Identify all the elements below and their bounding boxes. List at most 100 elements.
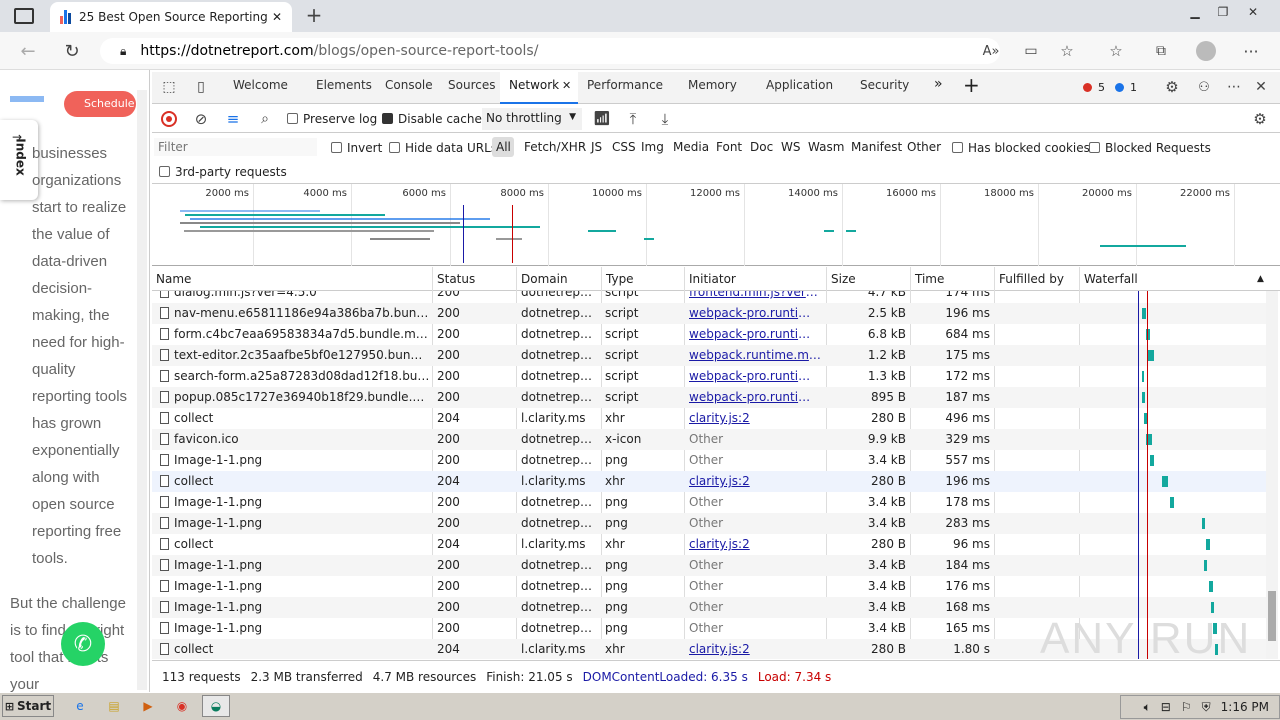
type-filter-doc[interactable]: Doc — [750, 140, 773, 154]
tab-application[interactable]: Application — [766, 78, 833, 92]
cell-initiator[interactable]: frontend.min.js?ver=3... — [689, 291, 821, 299]
page-scrollbar[interactable] — [137, 90, 147, 690]
cell-initiator[interactable]: webpack-pro.runtime.... — [689, 390, 821, 404]
type-filter-css[interactable]: CSS — [612, 140, 636, 154]
type-filter-all[interactable]: All — [496, 140, 511, 154]
edge-icon[interactable]: ◒ — [202, 695, 230, 717]
col-name[interactable]: Name — [156, 272, 191, 286]
tab-console[interactable]: Console — [385, 78, 433, 92]
tab-sources[interactable]: Sources — [448, 78, 495, 92]
table-row[interactable]: nav-menu.e65811186e94a386ba7b.bundle.min… — [152, 303, 1267, 324]
back-icon[interactable]: ← — [16, 40, 40, 62]
tab-security[interactable]: Security — [860, 78, 909, 92]
record-icon[interactable] — [161, 111, 177, 127]
table-row[interactable]: search-form.a25a87283d08dad12f18.bundle.… — [152, 366, 1267, 387]
inspect-element-icon[interactable]: ⬚ — [160, 78, 178, 96]
collections-icon[interactable]: ⧉ — [1150, 42, 1172, 60]
device-emulation-icon[interactable]: ▯ — [192, 78, 210, 96]
network-tray-icon[interactable]: ⊟ — [1161, 700, 1171, 714]
type-filter-manifest[interactable]: Manifest — [851, 140, 902, 154]
whatsapp-icon[interactable]: ✆ — [61, 622, 105, 666]
refresh-icon[interactable]: ↻ — [60, 40, 84, 62]
network-conditions-icon[interactable]: 📶︎ — [593, 110, 611, 128]
blocked-requests-checkbox[interactable]: Blocked Requests — [1089, 141, 1211, 155]
export-har-icon[interactable]: ⤓ — [656, 110, 674, 128]
close-devtools-icon[interactable]: ✕ — [1252, 78, 1270, 96]
filter-icon[interactable]: ≡ — [224, 110, 242, 128]
filter-input[interactable] — [154, 138, 317, 156]
col-initiator[interactable]: Initiator — [689, 272, 736, 286]
search-icon[interactable]: ⌕ — [256, 110, 274, 128]
schedule-button[interactable]: Schedule — [64, 91, 136, 117]
table-row[interactable]: favicon.ico 200 dotnetrepor... x-icon Other 9… — [152, 429, 1267, 450]
issue-counters[interactable]: 5 1 — [1083, 78, 1159, 96]
start-button[interactable]: ⊞ Start — [2, 695, 54, 717]
type-filter-other[interactable]: Other — [907, 140, 941, 154]
cell-initiator[interactable]: clarity.js:2 — [689, 537, 821, 551]
tab-network[interactable]: Network — [509, 78, 559, 92]
invert-checkbox[interactable]: Invert — [331, 141, 382, 155]
col-domain[interactable]: Domain — [521, 272, 568, 286]
type-filter-wasm[interactable]: Wasm — [808, 140, 844, 154]
type-filter-fetch[interactable]: Fetch/XHR — [524, 140, 586, 154]
type-filter-img[interactable]: Img — [641, 140, 664, 154]
new-tab-button[interactable]: + — [303, 3, 325, 27]
table-row[interactable]: Image-1-1.png 200 dotnetrepor... png Other 3.… — [152, 450, 1267, 471]
cell-initiator[interactable]: clarity.js:2 — [689, 642, 821, 656]
more-icon[interactable]: ··· — [1240, 42, 1262, 61]
throttling-select[interactable]: No throttling ▼ — [482, 108, 582, 130]
hide-data-urls-checkbox[interactable]: Hide data URLs — [389, 141, 497, 155]
import-har-icon[interactable]: ⤒ — [624, 110, 642, 128]
table-row[interactable]: dialog.min.js?ver=4.5.0 200 dotnetrepor...… — [152, 291, 1267, 303]
settings-gear-icon[interactable]: ⚙ — [1163, 78, 1181, 96]
tab-welcome[interactable]: Welcome — [233, 78, 288, 92]
type-filter-ws[interactable]: WS — [781, 140, 800, 154]
profile-avatar[interactable] — [1196, 41, 1216, 61]
tab-performance[interactable]: Performance — [587, 78, 663, 92]
window-close-icon[interactable]: ✕ — [1238, 2, 1268, 22]
table-scrollbar[interactable] — [1266, 291, 1278, 659]
tab-memory[interactable]: Memory — [688, 78, 737, 92]
disable-cache-checkbox[interactable]: Disable cache — [382, 112, 482, 126]
add-favorite-icon[interactable]: ☆ — [1056, 42, 1078, 60]
add-tab-icon[interactable]: + — [963, 73, 980, 97]
cell-initiator[interactable]: webpack-pro.runtime.... — [689, 306, 821, 320]
feedback-icon[interactable]: ⚇ — [1195, 78, 1213, 96]
table-row[interactable]: collect 204 l.clarity.ms xhr clarity.js:2 280… — [152, 534, 1267, 555]
customize-icon[interactable]: ⋯ — [1225, 78, 1243, 96]
blocked-cookies-checkbox[interactable]: Has blocked cookies — [952, 141, 1090, 155]
cell-initiator[interactable]: webpack-pro.runtime.... — [689, 327, 821, 341]
type-filter-media[interactable]: Media — [673, 140, 709, 154]
minimize-icon[interactable]: ▁ — [1180, 2, 1210, 22]
clear-icon[interactable]: ⊘ — [192, 110, 210, 128]
table-row[interactable]: Image-1-1.png 200 dotnetrepor... png Other 3.… — [152, 555, 1267, 576]
restore-icon[interactable]: ❐ — [1208, 2, 1238, 22]
third-party-checkbox[interactable]: 3rd-party requests — [159, 165, 287, 179]
table-row[interactable]: collect 204 l.clarity.ms xhr clarity.js:2 280… — [152, 471, 1267, 492]
close-tab-icon[interactable]: ✕ — [272, 10, 282, 24]
browser-tab[interactable]: 25 Best Open Source Reporting ✕ — [50, 2, 292, 32]
type-filter-font[interactable]: Font — [716, 140, 742, 154]
sort-up-icon[interactable]: ▲ — [1257, 274, 1264, 284]
table-row[interactable]: Image-1-1.png 200 dotnetrepor... png Other 3.… — [152, 513, 1267, 534]
table-row[interactable]: text-editor.2c35aafbe5bf0e127950.bundle.… — [152, 345, 1267, 366]
col-type[interactable]: Type — [606, 272, 634, 286]
col-size[interactable]: Size — [831, 272, 856, 286]
url-bar[interactable]: 🔒︎ https://dotnetreport.com/blogs/open-s… — [100, 38, 1000, 64]
volume-icon[interactable]: 🔈︎ — [1144, 700, 1151, 715]
col-waterfall[interactable]: Waterfall — [1084, 272, 1138, 286]
explorer-icon[interactable]: ▤ — [104, 697, 124, 715]
favorites-icon[interactable]: ☆ — [1105, 42, 1127, 60]
col-status[interactable]: Status — [437, 272, 475, 286]
ie-icon[interactable]: e — [70, 697, 90, 715]
type-filter-js[interactable]: JS — [591, 140, 602, 154]
flag-icon[interactable]: ⚐ — [1181, 700, 1192, 714]
tab-actions-icon[interactable] — [14, 8, 34, 24]
tab-elements[interactable]: Elements — [316, 78, 372, 92]
security-tray-icon[interactable]: ⛨ — [1202, 700, 1211, 715]
table-row[interactable]: popup.085c1727e36940b18f29.bundle.min.js… — [152, 387, 1267, 408]
cell-initiator[interactable]: clarity.js:2 — [689, 411, 821, 425]
chrome-icon[interactable]: ◉ — [172, 697, 192, 715]
cell-initiator[interactable]: webpack-pro.runtime.... — [689, 369, 821, 383]
cell-initiator[interactable]: webpack.runtime.min.j... — [689, 348, 821, 362]
